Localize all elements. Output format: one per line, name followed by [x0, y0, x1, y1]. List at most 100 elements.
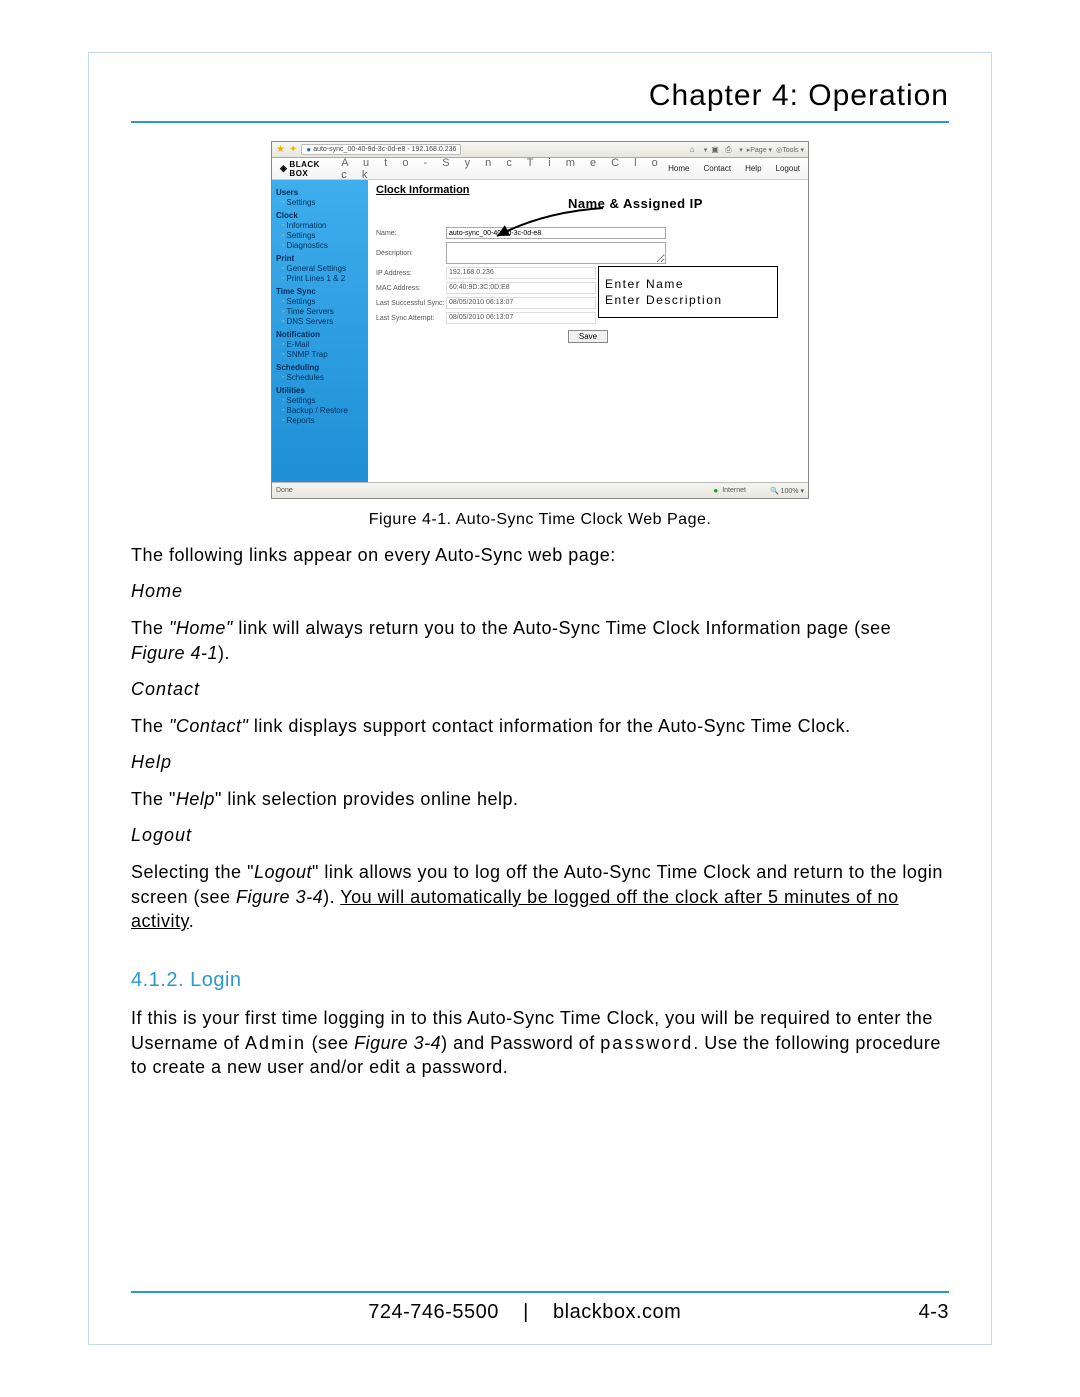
- sb-users-settings[interactable]: ◦Settings: [282, 198, 364, 207]
- sb-clock-diag[interactable]: ◦Diagnostics: [282, 241, 364, 250]
- figure-caption: Figure 4-1. Auto-Sync Time Clock Web Pag…: [131, 511, 949, 529]
- statusbar: Done ● Internet 🔍 100% ▾: [272, 482, 808, 498]
- intro-text: The following links appear on every Auto…: [131, 543, 949, 567]
- bullet-icon: ◦: [282, 341, 284, 348]
- sb-print-lines[interactable]: ◦Print Lines 1 & 2: [282, 274, 364, 283]
- toolbar-right: ⌂▾ ▣ ⎙▾ ▸Page ▾ ◎Tools ▾: [690, 145, 804, 155]
- bullet-icon: ◦: [282, 407, 284, 414]
- bullet-icon: ◦: [282, 417, 284, 424]
- sb-util-settings[interactable]: ◦Settings: [282, 396, 364, 405]
- sb-notif-snmp[interactable]: ◦SNMP Trap: [282, 350, 364, 359]
- footer-center: 724-746-5500 | blackbox.com: [368, 1301, 681, 1324]
- figure: ★ ✦ ● auto-sync_00-40-9d-3c-0d-e8 - 192.…: [131, 141, 949, 529]
- main-panel: Clock Information Name & Assigned IP Nam…: [368, 180, 808, 482]
- annotation-arrow-icon: [493, 208, 613, 238]
- sidebar: Users ◦Settings Clock ◦Information ◦Sett…: [272, 180, 368, 482]
- sb-clock-info[interactable]: ◦Information: [282, 221, 364, 230]
- browser-tab[interactable]: ● auto-sync_00-40-9d-3c-0d-e8 - 192.168.…: [301, 144, 461, 155]
- value-mac: 60:40:9D:3C:0D:E8: [446, 282, 596, 294]
- sb-notification: Notification: [276, 330, 364, 339]
- value-lastsuccess: 08/05/2010 06:13:07: [446, 297, 596, 309]
- chapter-title: Chapter 4: Operation: [131, 79, 949, 121]
- toolbar-tools-menu[interactable]: ◎Tools ▾: [776, 146, 804, 154]
- sb-notif-email[interactable]: ◦E-Mail: [282, 340, 364, 349]
- sb-sched-schedules[interactable]: ◦Schedules: [282, 373, 364, 382]
- add-favorite-star-icon[interactable]: ✦: [289, 144, 297, 155]
- bullet-icon: ◦: [282, 351, 284, 358]
- bullet-icon: ◦: [282, 199, 284, 206]
- status-left: Done: [276, 487, 293, 494]
- content-row: Users ◦Settings Clock ◦Information ◦Sett…: [272, 180, 808, 482]
- para-login: If this is your first time logging in to…: [131, 1006, 949, 1079]
- bullet-icon: ◦: [282, 242, 284, 249]
- top-nav: Home Contact Help Logout: [668, 164, 800, 173]
- nav-help[interactable]: Help: [745, 164, 761, 173]
- sb-timesync: Time Sync: [276, 287, 364, 296]
- nav-contact[interactable]: Contact: [704, 164, 732, 173]
- head-help: Help: [131, 752, 949, 773]
- label-lastsuccess: Last Successful Sync:: [376, 300, 446, 307]
- nav-logout[interactable]: Logout: [776, 164, 800, 173]
- sb-users: Users: [276, 188, 364, 197]
- head-contact: Contact: [131, 679, 949, 700]
- footer: 724-746-5500 | blackbox.com 4-3: [131, 1301, 949, 1324]
- callout-line2: Enter Description: [605, 293, 771, 307]
- bullet-icon: ◦: [282, 298, 284, 305]
- logo: ◈ BLACK BOX: [280, 160, 335, 178]
- section-title: Clock Information: [376, 184, 800, 196]
- status-right: ● Internet 🔍 100% ▾: [713, 486, 804, 495]
- bullet-icon: ◦: [282, 275, 284, 282]
- bullet-icon: ◦: [282, 308, 284, 315]
- print-icon[interactable]: ⎙: [725, 145, 735, 155]
- sb-utilities: Utilities: [276, 386, 364, 395]
- save-button[interactable]: Save: [568, 330, 608, 343]
- app-header: ◈ BLACK BOX A u t o - S y n c T i m e C …: [272, 158, 808, 180]
- para-help: The "Help" link selection provides onlin…: [131, 787, 949, 811]
- label-lastattempt: Last Sync Attempt:: [376, 315, 446, 322]
- nav-home[interactable]: Home: [668, 164, 689, 173]
- feed-icon[interactable]: ▣: [711, 145, 721, 155]
- status-zone: Internet: [722, 487, 746, 494]
- footer-sep: |: [523, 1301, 529, 1323]
- sb-ts-settings[interactable]: ◦Settings: [282, 297, 364, 306]
- sb-clock: Clock: [276, 211, 364, 220]
- value-ip: 192.168.0.236: [446, 267, 596, 279]
- logo-text: BLACK BOX: [289, 160, 335, 178]
- chapter-rule: [131, 121, 949, 123]
- bullet-icon: ◦: [282, 232, 284, 239]
- para-home: The "Home" link will always return you t…: [131, 616, 949, 665]
- sb-scheduling: Scheduling: [276, 363, 364, 372]
- row-desc: Description:: [376, 242, 800, 264]
- toolbar-page-menu[interactable]: ▸Page ▾: [747, 146, 772, 154]
- logo-diamond-icon: ◈: [280, 163, 287, 174]
- input-desc[interactable]: [446, 242, 666, 264]
- page-frame: Chapter 4: Operation ★ ✦ ● auto-sync_00-…: [88, 52, 992, 1345]
- value-lastattempt: 08/05/2010 06:13:07: [446, 312, 596, 324]
- globe-icon: ●: [306, 145, 311, 154]
- label-ip: IP Address:: [376, 270, 446, 277]
- sb-util-backup[interactable]: ◦Backup / Restore: [282, 406, 364, 415]
- favorites-star-icon[interactable]: ★: [276, 144, 285, 155]
- sb-ts-servers[interactable]: ◦Time Servers: [282, 307, 364, 316]
- callout-box: Enter Name Enter Description: [598, 266, 778, 318]
- sb-ts-dns[interactable]: ◦DNS Servers: [282, 317, 364, 326]
- sb-util-reports[interactable]: ◦Reports: [282, 416, 364, 425]
- footer-site: blackbox.com: [553, 1301, 681, 1323]
- head-home: Home: [131, 581, 949, 602]
- bullet-icon: ◦: [282, 374, 284, 381]
- home-icon[interactable]: ⌂: [690, 145, 700, 155]
- footer-rule: [131, 1291, 949, 1293]
- para-contact: The "Contact" link displays support cont…: [131, 714, 949, 738]
- para-logout: Selecting the "Logout" link allows you t…: [131, 860, 949, 933]
- internet-zone-icon: ●: [713, 486, 718, 495]
- sb-clock-settings[interactable]: ◦Settings: [282, 231, 364, 240]
- bullet-icon: ◦: [282, 222, 284, 229]
- section-login-head: 4.1.2. Login: [131, 969, 949, 992]
- head-logout: Logout: [131, 825, 949, 846]
- sb-print: Print: [276, 254, 364, 263]
- status-zoom: 🔍 100% ▾: [770, 487, 804, 495]
- callout-line1: Enter Name: [605, 277, 771, 291]
- app-title: A u t o - S y n c T i m e C l o c k: [341, 157, 668, 181]
- sb-print-general[interactable]: ◦General Settings: [282, 264, 364, 273]
- bullet-icon: ◦: [282, 397, 284, 404]
